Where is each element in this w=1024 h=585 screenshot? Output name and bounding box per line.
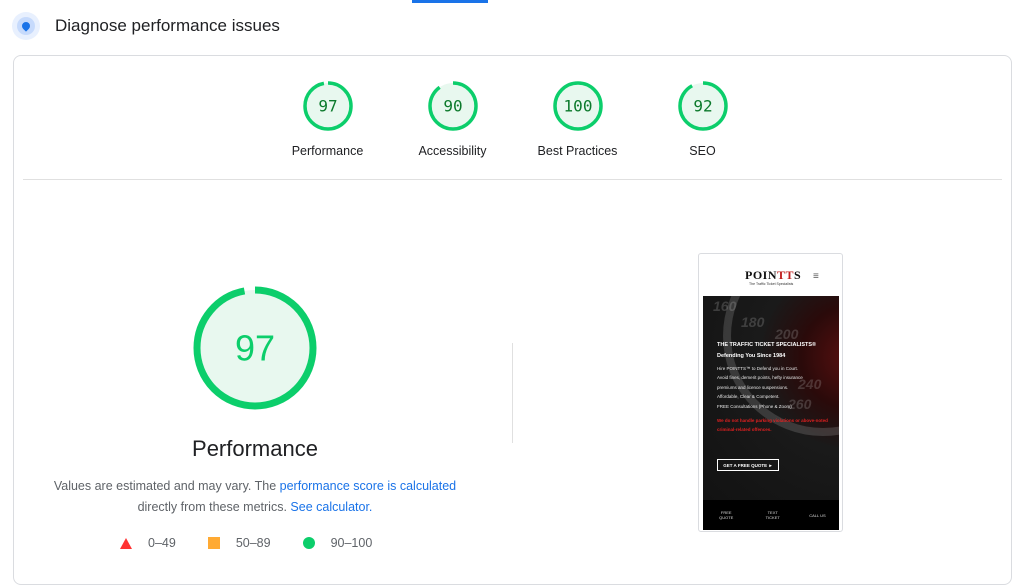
footer-item: FREE QUOTE xyxy=(719,510,734,520)
gauge-ring: 97 xyxy=(302,81,353,131)
site-footer-nav: FREE QUOTE TEXT TICKET CALL US xyxy=(703,500,839,530)
hero-line: FREE Consultations (Phone & Zoom) xyxy=(717,403,792,409)
triangle-icon xyxy=(120,537,132,549)
square-icon xyxy=(207,537,220,549)
performance-main-gauge: 97 xyxy=(193,286,317,410)
site-hero: 160 180 200 240 260 THE TRAFFIC TICKET S… xyxy=(703,296,839,500)
gauge-best-practices[interactable]: 100 Best Practices xyxy=(515,80,640,158)
hero-text: THE TRAFFIC TICKET SPECIALISTS® Defendin… xyxy=(717,342,837,434)
divider xyxy=(23,179,1002,180)
hero-subheading: Defending You Since 1984 xyxy=(717,353,786,359)
circle-icon xyxy=(302,537,315,549)
page-screenshot-preview[interactable]: POINTTS The Traffic Ticket Specialists ≡… xyxy=(698,253,843,532)
site-header: POINTTS The Traffic Ticket Specialists ≡ xyxy=(699,254,842,296)
hero-warning: We do not handle parking violations or a… xyxy=(717,418,828,433)
section-header: Diagnose performance issues xyxy=(12,12,280,40)
site-logo: POINTTS xyxy=(745,268,802,282)
gauge-score: 92 xyxy=(693,97,712,116)
score-legend: 0–49 50–89 90–100 xyxy=(120,536,404,550)
gauge-label: Best Practices xyxy=(537,144,618,158)
dial-number: 180 xyxy=(741,314,765,330)
desc-text: Values are estimated and may vary. The xyxy=(53,479,280,493)
hamburger-menu-icon: ≡ xyxy=(813,271,819,282)
performance-title: Performance xyxy=(192,436,318,461)
performance-description: Values are estimated and may vary. The p… xyxy=(40,476,470,518)
active-tab-indicator xyxy=(412,0,488,3)
hero-line: Avoid fines, demerit points, hefty insur… xyxy=(717,375,803,381)
see-calculator-link[interactable]: See calculator. xyxy=(290,500,372,514)
gauge-label: SEO xyxy=(689,144,716,158)
gauge-ring: 90 xyxy=(427,81,478,131)
site-logo-tagline: The Traffic Ticket Specialists xyxy=(749,282,794,286)
legend-fail: 0–49 xyxy=(120,536,176,550)
gauge-ring: 100 xyxy=(552,81,603,131)
free-quote-cta: GET A FREE QUOTE ► xyxy=(717,459,779,471)
legend-pass: 90–100 xyxy=(302,536,373,550)
gauge-score: 90 xyxy=(443,97,462,116)
legend-range: 90–100 xyxy=(330,536,373,550)
gauge-accessibility[interactable]: 90 Accessibility xyxy=(390,80,515,158)
score-calculated-link[interactable]: performance score is calculated xyxy=(280,479,456,493)
section-title: Diagnose performance issues xyxy=(55,16,280,35)
gauge-seo[interactable]: 92 SEO xyxy=(640,80,765,158)
category-gauges: 97 Performance 90 Accessibility 100 Best… xyxy=(265,80,765,158)
main-gauge-score: 97 xyxy=(235,328,275,369)
dial-number: 160 xyxy=(713,298,737,314)
gauge-ring: 92 xyxy=(677,81,728,131)
footer-item: TEXT TICKET xyxy=(765,510,780,520)
dial-number: 200 xyxy=(775,326,799,342)
gauge-label: Performance xyxy=(291,144,364,158)
legend-range: 0–49 xyxy=(148,536,176,550)
gauge-score: 97 xyxy=(318,97,337,116)
gauge-label: Accessibility xyxy=(418,144,487,158)
hero-line: Hire POINTTS™ to Defend you in Court. xyxy=(717,366,799,371)
desc-text: directly from these metrics. xyxy=(137,500,291,514)
gauge-score: 100 xyxy=(563,97,592,116)
vertical-divider xyxy=(512,343,513,443)
hero-heading: THE TRAFFIC TICKET SPECIALISTS® xyxy=(717,342,817,348)
gauge-performance[interactable]: 97 Performance xyxy=(265,80,390,158)
legend-average: 50–89 xyxy=(207,536,271,550)
hero-line: Affordable, Clear & Competent. xyxy=(717,394,780,400)
footer-item: CALL US xyxy=(809,512,826,518)
legend-range: 50–89 xyxy=(235,536,271,550)
lighthouse-icon xyxy=(12,12,40,40)
hero-line: premiums and licence suspensions. xyxy=(717,384,789,390)
